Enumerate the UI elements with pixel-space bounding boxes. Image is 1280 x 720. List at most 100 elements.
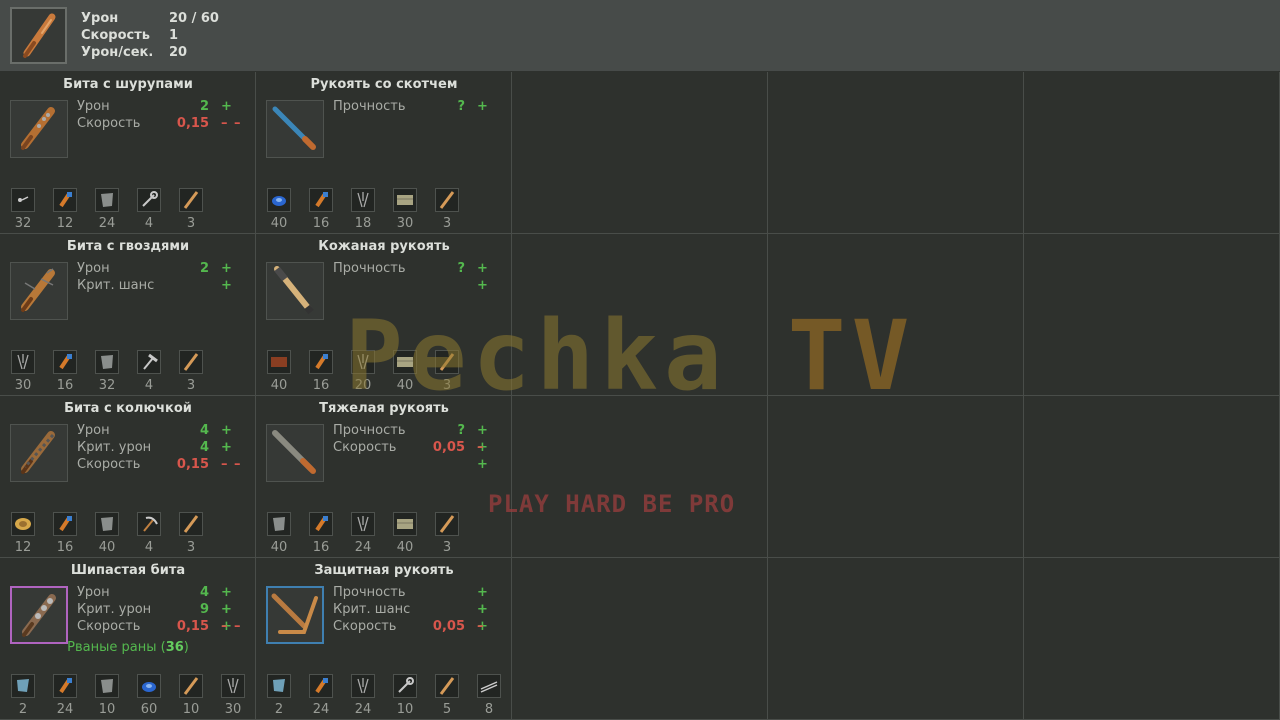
upgrade-icon-slot[interactable]	[10, 100, 68, 158]
material-item[interactable]: 3	[178, 512, 220, 555]
material-item[interactable]: 4	[136, 188, 178, 231]
upgrade-icon-slot[interactable]	[10, 424, 68, 482]
material-item[interactable]: 40	[266, 512, 308, 555]
material-count: 10	[396, 702, 414, 717]
material-item[interactable]: 30	[392, 188, 434, 231]
material-item[interactable]: 60	[136, 674, 178, 717]
material-item[interactable]: 40	[392, 512, 434, 555]
upgrade-card[interactable]: Бита с колючкой Урон 4 + + Крит. урон 4 …	[0, 396, 256, 558]
material-item[interactable]: 32	[94, 350, 136, 393]
hammer-icon	[138, 353, 160, 377]
material-item[interactable]: 16	[52, 512, 94, 555]
material-item[interactable]: 18	[350, 188, 392, 231]
stick-icon	[180, 677, 202, 701]
material-item[interactable]: 10	[94, 674, 136, 717]
material-item[interactable]: 3	[178, 350, 220, 393]
upgrade-card[interactable]: Шипастая бита Урон 4 + + Крит. урон 9 + …	[0, 558, 256, 720]
stat-label: Урон	[77, 585, 110, 600]
material-count: 5	[442, 702, 452, 717]
upgrade-stats: Урон 4 + + Крит. урон 9 + + Скорость 0,1…	[77, 584, 247, 635]
material-item[interactable]: 40	[392, 350, 434, 393]
stat-modifier: – –	[221, 619, 242, 634]
upgrade-card[interactable]: Бита с гвоздями Урон 2 + Крит. шанс + 30…	[0, 234, 256, 396]
material-slot	[179, 512, 203, 536]
material-slot	[53, 512, 77, 536]
empty-cell	[512, 72, 768, 234]
material-slot	[267, 350, 291, 374]
material-item[interactable]: 30	[10, 350, 52, 393]
material-item[interactable]: 24	[308, 674, 350, 717]
material-item[interactable]: 2	[10, 674, 52, 717]
material-item[interactable]: 24	[350, 512, 392, 555]
taped-handle-icon	[267, 106, 321, 159]
material-item[interactable]: 12	[10, 512, 52, 555]
material-count: 2	[18, 702, 28, 717]
material-slot	[351, 350, 375, 374]
material-item[interactable]: 2	[266, 674, 308, 717]
upgrade-card[interactable]: Защитная рукоять Прочность + + + Крит. ш…	[256, 558, 512, 720]
stat-modifier: +	[477, 99, 489, 114]
material-count: 24	[56, 702, 74, 717]
header-stat-row: Урон 20 / 60	[81, 10, 219, 27]
materials-row: 32 12 24 4 3	[10, 188, 220, 231]
material-item[interactable]: 4	[136, 512, 178, 555]
selected-weapon-slot[interactable]	[10, 7, 67, 64]
stat-label: Скорость	[77, 116, 141, 131]
stat-label: Прочность	[333, 585, 406, 600]
material-item[interactable]: 3	[434, 512, 476, 555]
stat-value: 0,15	[176, 619, 209, 634]
material-slot	[309, 188, 333, 212]
upgrade-icon-slot[interactable]	[266, 100, 324, 158]
material-item[interactable]: 32	[10, 188, 52, 231]
material-item[interactable]: 40	[94, 512, 136, 555]
material-item[interactable]: 16	[308, 350, 350, 393]
upgrade-card[interactable]: Бита с шурупами Урон 2 + Скорость 0,15 –…	[0, 72, 256, 234]
upgrade-icon-slot[interactable]	[266, 586, 324, 644]
material-item[interactable]: 40	[266, 350, 308, 393]
material-item[interactable]: 12	[52, 188, 94, 231]
upgrade-card[interactable]: Тяжелая рукоять Прочность ? + + + Скорос…	[256, 396, 512, 558]
material-item[interactable]: 24	[350, 674, 392, 717]
stat-label: Крит. урон	[77, 440, 152, 455]
stat-row: Крит. шанс +	[333, 601, 503, 618]
material-item[interactable]: 16	[308, 512, 350, 555]
material-item[interactable]: 16	[52, 350, 94, 393]
material-item[interactable]: 24	[52, 674, 94, 717]
upgrade-icon-slot[interactable]	[266, 424, 324, 482]
material-item[interactable]: 40	[266, 188, 308, 231]
stat-row: Прочность ? + +	[333, 260, 503, 293]
upgrade-icon-slot[interactable]	[10, 262, 68, 320]
stat-value: ?	[457, 261, 465, 276]
upgrade-icon-slot[interactable]	[266, 262, 324, 320]
upgrade-icon-slot[interactable]	[10, 586, 68, 644]
header-stat-label: Урон	[81, 11, 119, 26]
guard-handle-icon	[268, 593, 322, 646]
upgrade-title: Защитная рукоять	[314, 563, 454, 578]
stat-modifier: +	[221, 278, 233, 293]
weapon-stats: Урон 20 / 60 Скорость 1 Урон/сек. 20	[81, 10, 219, 61]
materials-row: 12 16 40 4 3	[10, 512, 220, 555]
stat-row: Скорость 0,05 –	[333, 618, 503, 635]
material-item[interactable]: 10	[392, 674, 434, 717]
upgrade-card[interactable]: Рукоять со скотчем Прочность ? + 40 16 1…	[256, 72, 512, 234]
material-item[interactable]: 20	[350, 350, 392, 393]
material-count: 40	[98, 540, 116, 555]
material-item[interactable]: 3	[178, 188, 220, 231]
cloth-icon	[394, 195, 416, 215]
material-item[interactable]: 10	[178, 674, 220, 717]
material-item[interactable]: 16	[308, 188, 350, 231]
material-item[interactable]: 4	[136, 350, 178, 393]
stat-value: 2	[199, 99, 209, 114]
stat-label: Крит. шанс	[77, 278, 155, 293]
leather-icon	[268, 357, 290, 377]
upgrade-card[interactable]: Кожаная рукоять Прочность ? + + 40 16 20…	[256, 234, 512, 396]
material-item[interactable]: 5	[434, 674, 476, 717]
material-item[interactable]: 24	[94, 188, 136, 231]
material-item[interactable]: 3	[434, 188, 476, 231]
header-stat-row: Скорость 1	[81, 27, 219, 44]
stat-value: 0,05	[432, 619, 465, 634]
special-effect-value: 36	[165, 640, 184, 655]
stat-row: Прочность ? + + +	[333, 422, 503, 472]
blue-tape-icon	[138, 682, 160, 701]
material-item[interactable]: 3	[434, 350, 476, 393]
